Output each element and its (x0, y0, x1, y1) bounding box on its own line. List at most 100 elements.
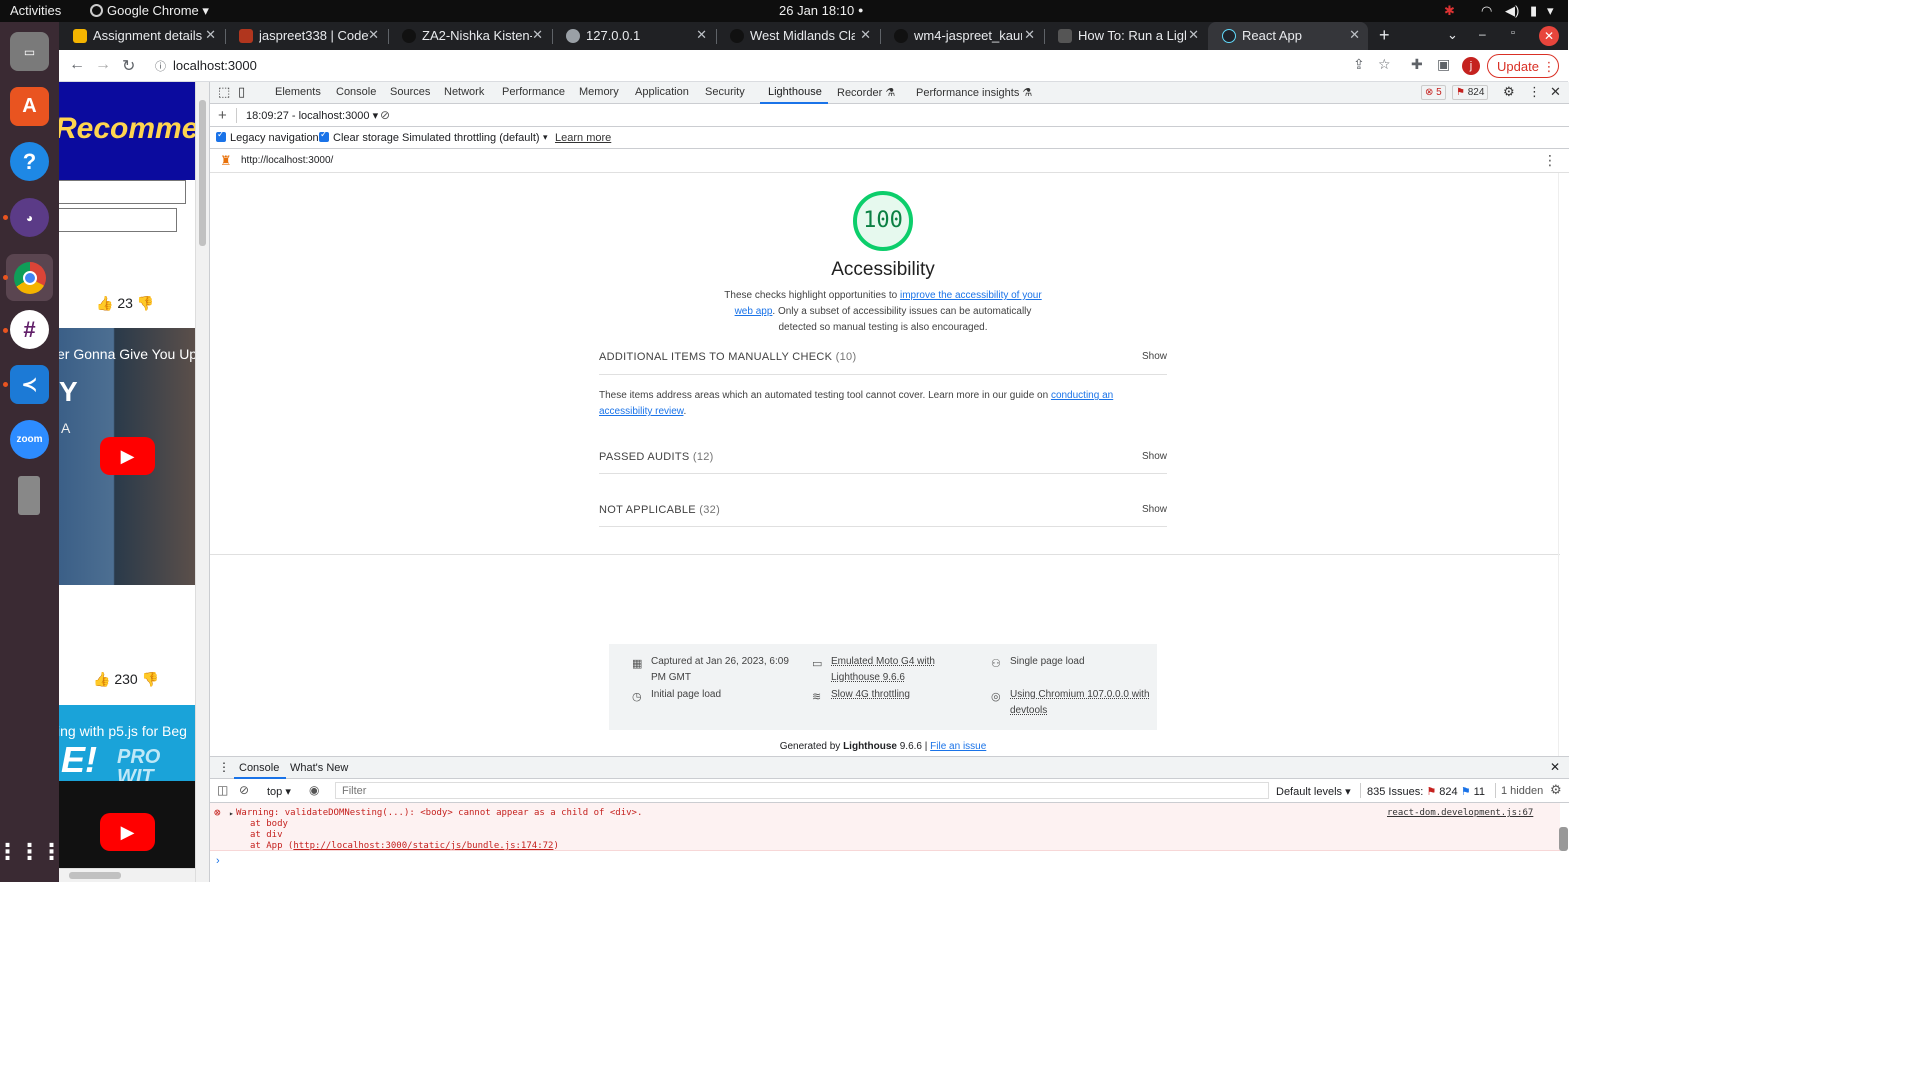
learn-more-link[interactable]: Learn more (555, 132, 611, 144)
source-location-link[interactable]: react-dom.development.js:67 (1387, 808, 1533, 819)
minimize-icon[interactable]: – (1479, 27, 1486, 41)
tab-elements[interactable]: Elements (275, 86, 321, 98)
passed-audits-section[interactable]: PASSED AUDITS (12) Show (599, 447, 1167, 474)
close-tab-icon[interactable]: ✕ (205, 27, 216, 43)
bundle-source-link[interactable]: http://localhost:3000/static/js/bundle.j… (293, 841, 553, 851)
side-panel-icon[interactable]: ▣ (1437, 56, 1450, 73)
tab-console[interactable]: Console (336, 86, 376, 98)
wifi-icon[interactable]: ◠ (1481, 3, 1492, 19)
show-toggle[interactable]: Show (1142, 351, 1167, 362)
clock[interactable]: 26 Jan 18:10 (779, 3, 854, 18)
close-tab-icon[interactable]: ✕ (1188, 27, 1199, 43)
slack-tray-icon[interactable]: ✱ (1444, 3, 1455, 19)
zoom-icon[interactable]: zoom (10, 420, 49, 459)
show-toggle[interactable]: Show (1142, 504, 1167, 515)
volume-icon[interactable]: ◀) (1505, 3, 1519, 19)
tab-performance-insights[interactable]: Performance insights ⚗ (916, 86, 1032, 99)
activities-button[interactable]: Activities (10, 3, 61, 18)
youtube-play-icon[interactable]: ▶ (100, 813, 155, 851)
close-tab-icon[interactable]: ✕ (532, 27, 543, 43)
thumbs-up-icon[interactable]: 👍 (93, 671, 110, 687)
issues-button[interactable]: 835 Issues: ⚑ 824 ⚑ 11 (1367, 785, 1485, 798)
browser-tab[interactable]: jaspreet338 | Codew ✕ (225, 22, 387, 50)
forward-icon[interactable]: → (95, 56, 111, 74)
network-throttling[interactable]: ≋ Slow 4G throttling (812, 687, 972, 703)
inspect-element-icon[interactable]: ⬚ (218, 84, 230, 100)
console-settings-icon[interactable]: ⚙ (1550, 782, 1562, 798)
scrollbar-thumb[interactable] (69, 872, 121, 879)
url-input[interactable] (59, 208, 177, 232)
close-window-icon[interactable]: ✕ (1539, 26, 1559, 46)
log-levels-dropdown[interactable]: Default levels ▾ (1276, 785, 1351, 798)
tab-performance[interactable]: Performance (502, 86, 565, 98)
tab-search-icon[interactable]: ⌄ (1447, 27, 1458, 43)
console-filter-input[interactable] (335, 782, 1269, 799)
system-menu-icon[interactable]: ▾ (1547, 3, 1554, 19)
tab-security[interactable]: Security (705, 86, 745, 98)
tab-memory[interactable]: Memory (579, 86, 619, 98)
drawer-tab-whats-new[interactable]: What's New (290, 762, 348, 774)
browser-tab[interactable]: West Midlands Clas ✕ (716, 22, 879, 50)
vscode-icon[interactable]: ≺ (10, 365, 49, 404)
drawer-tab-console[interactable]: Console (239, 762, 279, 774)
thumbs-up-icon[interactable]: 👍 (96, 295, 113, 311)
expand-triangle-icon[interactable]: ▸ (229, 808, 234, 819)
horizontal-scrollbar[interactable] (59, 868, 195, 882)
context-selector[interactable]: top ▾ (267, 785, 291, 798)
address-bar[interactable]: ⓘ localhost:3000 (147, 54, 1337, 78)
more-options-icon[interactable]: ⋮ (1528, 84, 1541, 100)
tab-sources[interactable]: Sources (390, 86, 430, 98)
files-icon[interactable]: ▭ (10, 32, 49, 71)
battery-icon[interactable]: ▮ (1530, 3, 1537, 19)
console-scrollbar-thumb[interactable] (1559, 827, 1568, 851)
app-menu[interactable]: Google Chrome ▾ (90, 3, 209, 19)
close-tab-icon[interactable]: ✕ (860, 27, 871, 43)
browser-tab[interactable]: How To: Run a Light ✕ (1044, 22, 1207, 50)
tab-application[interactable]: Application (635, 86, 689, 98)
title-input[interactable] (59, 180, 186, 204)
console-warning-message[interactable]: ⊗ ▸ Warning: validateDOMNesting(...): <b… (210, 803, 1560, 851)
drawer-menu-icon[interactable]: ⋮ (218, 760, 230, 774)
thumbs-down-icon[interactable]: 👎 (142, 671, 159, 687)
tab-recorder[interactable]: Recorder ⚗ (837, 86, 895, 99)
manual-checks-section[interactable]: ADDITIONAL ITEMS TO MANUALLY CHECK (10) … (599, 351, 1167, 375)
youtube-play-icon[interactable]: ▶ (100, 437, 155, 475)
report-menu-icon[interactable]: ⋮ (1543, 152, 1557, 169)
browser-tab[interactable]: 127.0.0.1 ✕ (552, 22, 715, 50)
show-apps-icon[interactable]: ⋮⋮⋮ (0, 832, 63, 871)
score-gauge[interactable]: 100 (853, 191, 913, 251)
device-toolbar-icon[interactable]: ▯ (238, 84, 245, 100)
storage-icon[interactable] (18, 476, 40, 515)
close-devtools-icon[interactable]: ✕ (1550, 84, 1561, 100)
close-tab-icon[interactable]: ✕ (1024, 27, 1035, 43)
issues-count-badge[interactable]: ⚑ 824 (1452, 85, 1489, 100)
back-icon[interactable]: ← (69, 56, 85, 74)
update-button[interactable]: Update ⋮ (1487, 54, 1559, 78)
close-tab-icon[interactable]: ✕ (368, 27, 379, 43)
clear-console-icon[interactable]: ⊘ (239, 783, 249, 797)
close-drawer-icon[interactable]: ✕ (1550, 760, 1560, 774)
chromium-version[interactable]: ◎ Using Chromium 107.0.0.0 with devtools (991, 687, 1151, 719)
chrome-dock-icon[interactable] (6, 254, 53, 301)
new-tab-icon[interactable]: + (1379, 25, 1390, 46)
video-embed[interactable]: er Gonna Give You Up Y A ▶ (59, 328, 197, 585)
emulated-device[interactable]: ▭ Emulated Moto G4 with Lighthouse 9.6.6 (812, 654, 972, 686)
restore-icon[interactable]: ▫ (1511, 27, 1515, 39)
software-center-icon[interactable]: A (10, 87, 49, 126)
live-expression-eye-icon[interactable]: ◉ (309, 783, 319, 797)
not-applicable-section[interactable]: NOT APPLICABLE (32) Show (599, 500, 1167, 527)
throttling-dropdown-icon[interactable]: ▾ (543, 132, 548, 143)
tab-network[interactable]: Network (444, 86, 484, 98)
clear-icon[interactable]: ⊘ (380, 108, 390, 122)
error-count-badge[interactable]: ⊗ 5 (1421, 85, 1446, 100)
slack-icon[interactable]: # (10, 310, 49, 349)
github-desktop-icon[interactable]: ◕ (10, 198, 49, 237)
new-report-icon[interactable]: + (218, 107, 227, 124)
legacy-navigation-checkbox[interactable]: Legacy navigation (216, 129, 319, 144)
video-embed[interactable]: ing with p5.js for Beg E! PRO WIT ▶ (59, 705, 195, 882)
file-issue-link[interactable]: File an issue (930, 741, 986, 752)
browser-tab-active[interactable]: React App ✕ (1208, 22, 1368, 50)
settings-gear-icon[interactable]: ⚙ (1503, 84, 1515, 100)
tab-lighthouse[interactable]: Lighthouse (768, 86, 822, 98)
info-icon[interactable]: ⓘ (155, 58, 166, 74)
